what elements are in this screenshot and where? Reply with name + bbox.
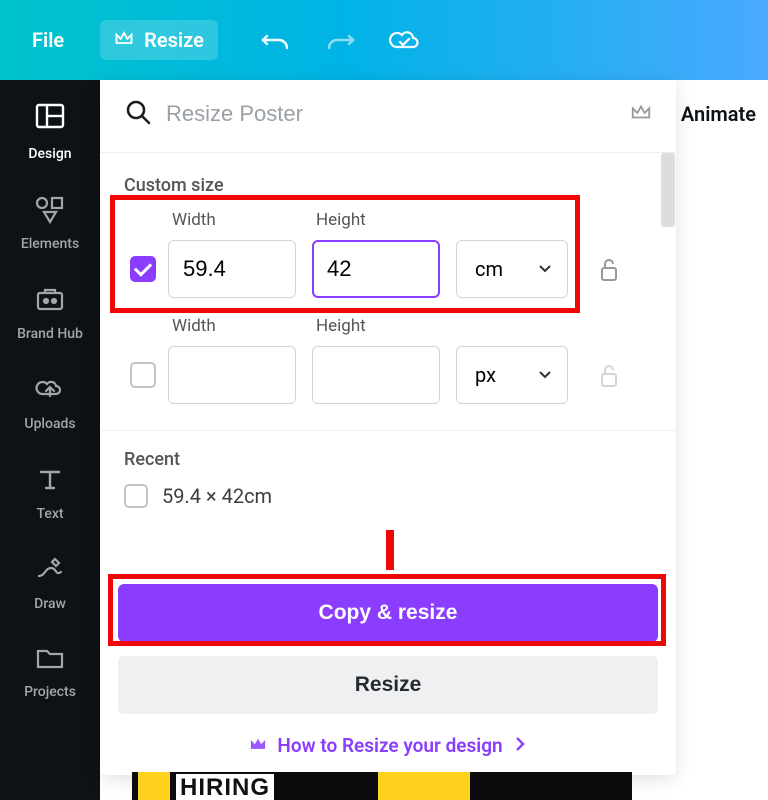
text-icon bbox=[35, 464, 65, 498]
copy-and-resize-button[interactable]: Copy & resize bbox=[118, 584, 658, 642]
animate-button[interactable]: Animate bbox=[681, 102, 756, 126]
recent-section: Recent 59.4 × 42cm bbox=[100, 430, 676, 514]
unit-select[interactable]: cm bbox=[456, 240, 568, 298]
undo-button[interactable] bbox=[258, 22, 294, 58]
how-to-label: How to Resize your design bbox=[277, 734, 502, 757]
recent-item[interactable]: 59.4 × 42cm bbox=[100, 478, 676, 514]
sidebar-item-label: Brand Hub bbox=[17, 326, 83, 342]
width-label: Width bbox=[172, 210, 296, 230]
chevron-right-icon bbox=[513, 734, 527, 757]
annotation-arrow bbox=[370, 526, 410, 570]
brand-hub-icon bbox=[33, 284, 67, 318]
canvas-text-hiring: HIRING bbox=[176, 774, 274, 800]
draw-icon bbox=[33, 554, 67, 588]
sidebar-item-text[interactable]: Text bbox=[0, 446, 100, 536]
resize-menu-label: Resize bbox=[144, 28, 204, 52]
height-label: Height bbox=[316, 210, 440, 230]
topbar: File Resize bbox=[0, 0, 768, 80]
recent-heading: Recent bbox=[100, 449, 676, 478]
crown-icon bbox=[114, 28, 134, 52]
width-label: Width bbox=[172, 316, 296, 336]
resize-button[interactable]: Resize bbox=[118, 656, 658, 714]
unit-select[interactable]: px bbox=[456, 346, 568, 404]
how-to-resize-link[interactable]: How to Resize your design bbox=[118, 734, 658, 757]
sidebar-item-label: Draw bbox=[34, 596, 66, 612]
crown-icon bbox=[249, 734, 267, 757]
redo-button[interactable] bbox=[322, 22, 358, 58]
sidebar-item-draw[interactable]: Draw bbox=[0, 536, 100, 626]
sidebar-item-label: Uploads bbox=[24, 416, 75, 432]
height-label: Height bbox=[316, 316, 440, 336]
uploads-icon bbox=[33, 374, 67, 408]
spacer bbox=[460, 316, 568, 336]
recent-checkbox[interactable] bbox=[124, 484, 148, 508]
sidebar-item-projects[interactable]: Projects bbox=[0, 626, 100, 714]
unit-value: cm bbox=[475, 257, 503, 281]
sidebar-item-label: Text bbox=[36, 506, 63, 522]
sidebar-item-uploads[interactable]: Uploads bbox=[0, 356, 100, 446]
sidebar-item-label: Design bbox=[28, 146, 71, 162]
custom-size-row: Width Height cm bbox=[100, 210, 676, 298]
panel-body: Custom size Width Height bbox=[100, 153, 676, 570]
crown-icon bbox=[630, 102, 652, 126]
height-input[interactable] bbox=[312, 346, 440, 404]
unit-value: px bbox=[475, 363, 496, 387]
cloud-sync-icon[interactable] bbox=[386, 22, 422, 58]
projects-icon bbox=[34, 644, 66, 676]
width-input[interactable] bbox=[168, 346, 296, 404]
design-icon bbox=[32, 98, 68, 138]
spacer bbox=[460, 210, 568, 230]
resize-panel: Custom size Width Height bbox=[100, 80, 676, 775]
recent-item-label: 59.4 × 42cm bbox=[162, 484, 272, 508]
height-input[interactable] bbox=[312, 240, 440, 298]
search-input[interactable] bbox=[166, 101, 618, 127]
panel-search-row bbox=[100, 80, 676, 153]
lock-toggle[interactable] bbox=[592, 256, 626, 284]
sidebar-item-label: Elements bbox=[21, 236, 79, 252]
panel-footer: Copy & resize Resize How to Resize your … bbox=[100, 570, 676, 775]
canvas-preview-strip: HIRING bbox=[132, 772, 632, 800]
chevron-down-icon bbox=[537, 363, 553, 387]
resize-menu[interactable]: Resize bbox=[100, 20, 218, 60]
search-icon bbox=[124, 98, 152, 130]
left-sidebar: Design Elements bbox=[0, 80, 100, 800]
lock-toggle[interactable] bbox=[592, 362, 626, 390]
custom-size-heading: Custom size bbox=[100, 175, 676, 204]
chevron-down-icon bbox=[537, 257, 553, 281]
sidebar-item-design[interactable]: Design bbox=[0, 80, 100, 176]
row-checkbox[interactable] bbox=[130, 362, 156, 388]
custom-size-row: Width Height px bbox=[100, 316, 676, 404]
elements-icon bbox=[33, 194, 67, 228]
file-menu[interactable]: File bbox=[18, 20, 78, 60]
sidebar-item-label: Projects bbox=[24, 684, 76, 700]
sidebar-item-brandhub[interactable]: Brand Hub bbox=[0, 266, 100, 356]
sidebar-item-elements[interactable]: Elements bbox=[0, 176, 100, 266]
width-input[interactable] bbox=[168, 240, 296, 298]
row-checkbox[interactable] bbox=[130, 256, 156, 282]
